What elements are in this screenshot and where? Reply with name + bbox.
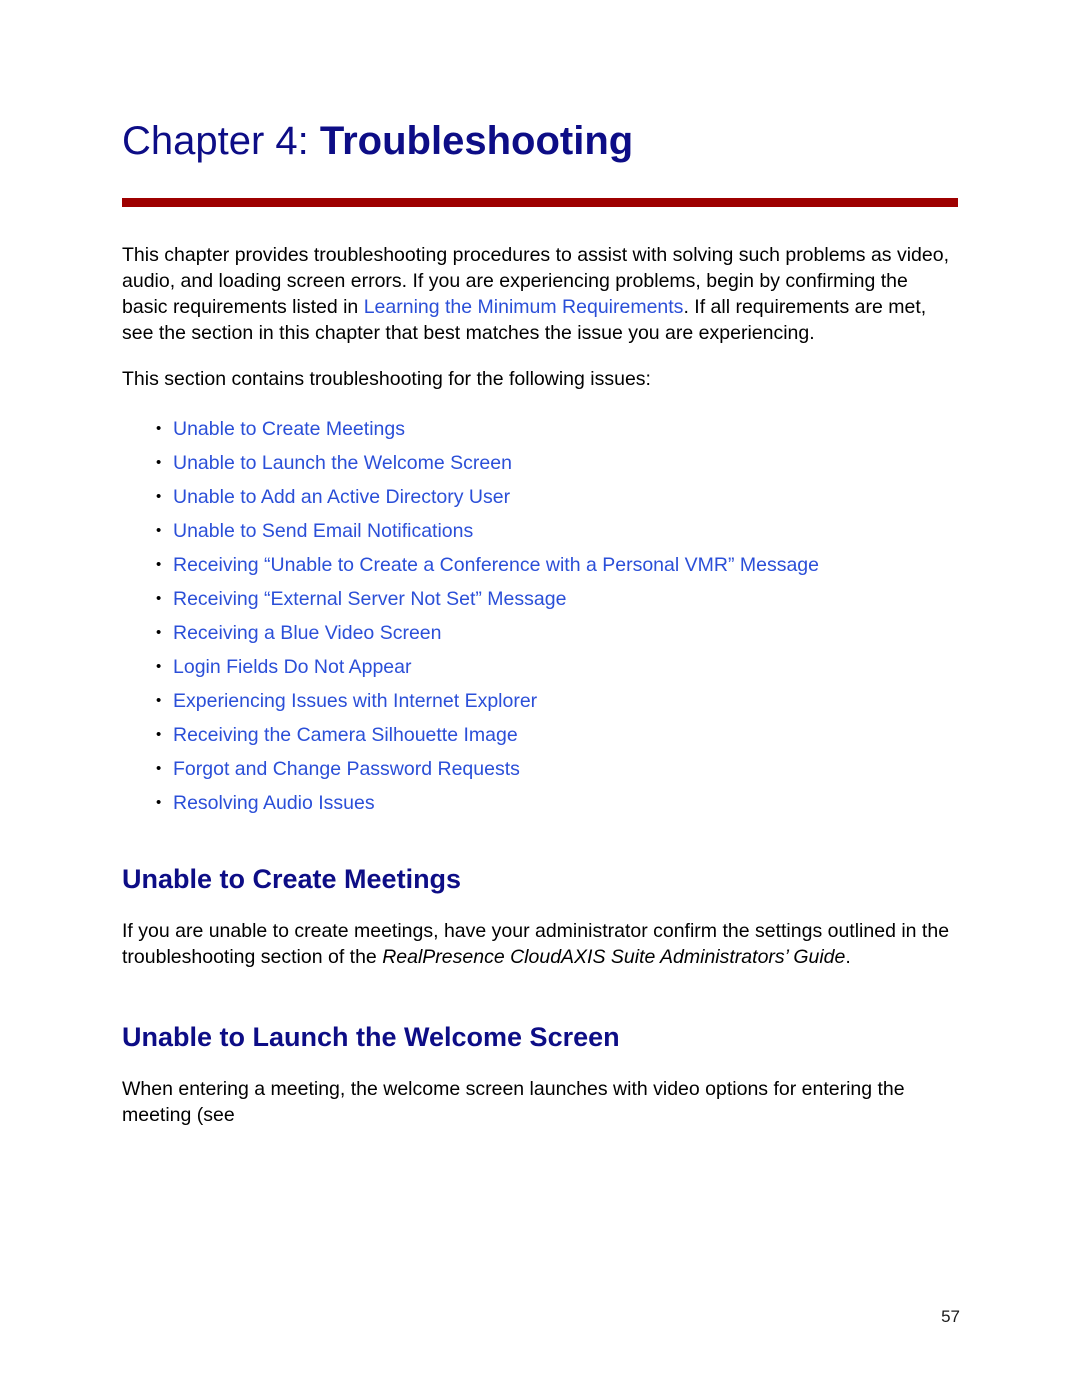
issue-link-label[interactable]: Login Fields Do Not Appear (173, 656, 411, 678)
section-heading-create-meetings: Unable to Create Meetings (122, 864, 462, 894)
section-body-create-meetings: If you are unable to create meetings, ha… (122, 918, 954, 970)
bullet-icon: • (156, 624, 162, 641)
issue-link-label[interactable]: Receiving a Blue Video Screen (173, 622, 441, 644)
chapter-name-label: Troubleshooting (319, 119, 634, 163)
page-content: Chapter 4: Troubleshooting This chapter … (122, 0, 960, 1128)
bullet-icon: • (156, 556, 162, 573)
issue-link-label[interactable]: Receiving “External Server Not Set” Mess… (173, 588, 566, 610)
list-item[interactable]: • Receiving a Blue Video Screen (122, 616, 960, 650)
intro-paragraph: This chapter provides troubleshooting pr… (122, 242, 954, 346)
title-divider-rule (122, 198, 958, 207)
list-item[interactable]: • Receiving “External Server Not Set” Mes… (122, 582, 960, 616)
create-meetings-text-part2: . (845, 946, 851, 968)
bullet-icon: • (156, 760, 162, 777)
list-item[interactable]: • Forgot and Change Password Requests (122, 752, 960, 786)
bullet-icon: • (156, 488, 162, 505)
chapter-number-label: Chapter 4: (122, 119, 320, 163)
issue-link-label[interactable]: Resolving Audio Issues (173, 792, 375, 814)
list-item[interactable]: • Unable to Send Email Notifications (122, 514, 960, 548)
section-body-welcome-screen: When entering a meeting, the welcome scr… (122, 1078, 905, 1126)
list-item[interactable]: • Unable to Add an Active Directory User (122, 480, 960, 514)
bullet-icon: • (156, 420, 162, 437)
bullet-icon: • (156, 726, 162, 743)
list-item[interactable]: • Receiving the Camera Silhouette Image (122, 718, 960, 752)
bullet-icon: • (156, 590, 162, 607)
issue-link-label[interactable]: Receiving “Unable to Create a Conference… (173, 554, 819, 576)
minimum-requirements-link[interactable]: Learning the Minimum Requirements (364, 296, 684, 318)
issue-link-label[interactable]: Unable to Send Email Notifications (173, 520, 473, 542)
issue-link-label[interactable]: Unable to Add an Active Directory User (173, 486, 510, 508)
issue-links-list: • Unable to Create Meetings • Unable to La… (122, 412, 960, 820)
list-lead-in-paragraph: This section contains troubleshooting fo… (122, 368, 651, 390)
page-footer: 57 (0, 1307, 960, 1327)
list-item[interactable]: • Unable to Create Meetings (122, 412, 960, 446)
list-item[interactable]: • Experiencing Issues with Internet Explo… (122, 684, 960, 718)
bullet-icon: • (156, 692, 162, 709)
issue-link-label[interactable]: Experiencing Issues with Internet Explor… (173, 690, 537, 712)
list-item[interactable]: • Receiving “Unable to Create a Conferenc… (122, 548, 960, 582)
list-item[interactable]: • Login Fields Do Not Appear (122, 650, 960, 684)
issue-link-label[interactable]: Forgot and Change Password Requests (173, 758, 520, 780)
page-title: Chapter 4: Troubleshooting (122, 0, 960, 166)
admin-guide-title: RealPresence CloudAXIS Suite Administrat… (382, 946, 846, 968)
bullet-icon: • (156, 658, 162, 675)
section-heading-welcome-screen: Unable to Launch the Welcome Screen (122, 1022, 620, 1052)
document-page: Chapter 4: Troubleshooting This chapter … (0, 0, 1080, 1397)
bullet-icon: • (156, 794, 162, 811)
issue-link-label[interactable]: Unable to Launch the Welcome Screen (173, 452, 512, 474)
issue-link-label[interactable]: Receiving the Camera Silhouette Image (173, 724, 518, 746)
issue-link-label[interactable]: Unable to Create Meetings (173, 418, 405, 440)
list-item[interactable]: • Resolving Audio Issues (122, 786, 960, 820)
bullet-icon: • (156, 454, 162, 471)
page-number: 57 (941, 1307, 960, 1326)
list-item[interactable]: • Unable to Launch the Welcome Screen (122, 446, 960, 480)
bullet-icon: • (156, 522, 162, 539)
